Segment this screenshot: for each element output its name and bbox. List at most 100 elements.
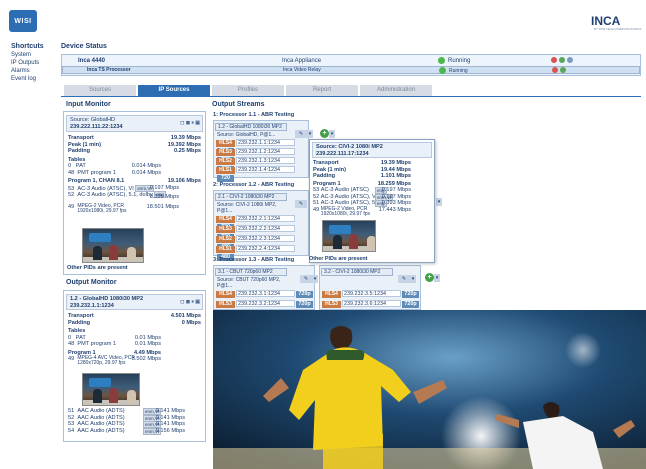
output-video-thumbnail[interactable]: [82, 373, 140, 406]
output-row[interactable]: HLS4 239.232.3.1:1234 720p: [216, 290, 313, 298]
nav-alarms-link[interactable]: Alarms: [11, 67, 59, 75]
source-popup: Source: CIVI-2 1080i MP2 239.222.111.17:…: [309, 139, 435, 263]
output-row[interactable]: HLS4 239.232.3.5:1234 720p: [322, 290, 419, 298]
stop-icon[interactable]: [551, 57, 557, 64]
restart-icon[interactable]: [560, 67, 566, 73]
add-output-1[interactable]: + ▾: [320, 122, 335, 140]
device-type: Inca Video Relay: [283, 67, 321, 73]
input-monitor-buttons[interactable]: ◻ ◼ ⏸ ▣: [180, 120, 200, 127]
output-row[interactable]: HLS1 239.232.1.4:1234720: [216, 166, 308, 182]
edit-icon[interactable]: ✎: [398, 275, 410, 283]
output-row[interactable]: HLS2239.232.1.3:1234480: [216, 157, 308, 173]
processor-3-title: 3: Processor 1.3 - ABR Testing: [213, 257, 295, 263]
processor-3-tools[interactable]: ✎ ▾: [300, 267, 318, 285]
input-video-thumbnail[interactable]: [82, 228, 144, 263]
processor-3-select[interactable]: 3.1 - CBUT 720p60 MP2: [215, 268, 287, 276]
refresh-icon[interactable]: [567, 57, 573, 64]
input-other-pids: Other PIDs are present: [67, 265, 128, 271]
device-row[interactable]: Inca TS Processor Inca Video Relay Runni…: [62, 66, 640, 74]
processor-3b-select[interactable]: 3.2 - CIVI-2 1080i30 MP2: [321, 268, 393, 276]
input-monitor-title: Input Monitor: [66, 101, 111, 108]
chevron-down-icon[interactable]: ▾: [329, 130, 335, 138]
device-status-title: Device Status: [61, 43, 107, 50]
device-row[interactable]: Inca 4440 Inca Appliance Running: [62, 56, 640, 66]
shortcuts-nav: Shortcuts System IP Outputs Alarms Event…: [11, 43, 59, 83]
output-monitor-buttons[interactable]: ◻ ◼ ⏸ ▣: [180, 299, 200, 306]
device-actions[interactable]: [552, 67, 568, 74]
popup-other-pids: Other PIDs are present: [309, 256, 368, 262]
output-source-header: 1.2 - GlobalHD 1080i30 MP2 239.232.1.1:1…: [66, 294, 203, 310]
processor-1-select[interactable]: 1.2 - GlobalHD 1080i30 MP2: [215, 123, 287, 131]
tab-panel-border: [61, 96, 641, 97]
processor-1-tools[interactable]: ✎ ▾: [295, 122, 313, 140]
device-status: Running: [438, 56, 470, 66]
processor-3-source: Source: CBUT 720p60 MP2, P@1...: [217, 277, 281, 289]
output-row[interactable]: HLS3239.232.1.2:1234720: [216, 148, 308, 164]
output-streams-title: Output Streams: [212, 101, 265, 108]
processor-3b-tools[interactable]: ✎ ▾: [398, 267, 416, 285]
tab-profiles[interactable]: Profiles: [212, 85, 284, 96]
edit-icon[interactable]: ✎: [295, 200, 307, 208]
chevron-down-icon[interactable]: ▾: [307, 130, 313, 138]
tab-administration[interactable]: Administration: [360, 85, 432, 96]
popup-source-header: Source: CIVI-2 1080i MP2 239.222.111.17:…: [312, 142, 432, 158]
output-row[interactable]: HLS1 239.232.2.4:1234480: [216, 245, 308, 261]
main-tabs: Sources IP Sources Profiles Report Admin…: [64, 85, 640, 96]
nav-system-link[interactable]: System: [11, 51, 59, 59]
processor-2-tools[interactable]: ✎: [295, 192, 307, 210]
output-row[interactable]: HLS3239.232.2.2:1234720: [216, 225, 308, 241]
tab-ip-sources[interactable]: IP Sources: [138, 85, 210, 96]
add-icon[interactable]: +: [320, 129, 329, 138]
popup-source-address: 239.222.111.17:1234: [316, 150, 369, 157]
chevron-down-icon[interactable]: ▾: [436, 198, 442, 206]
processor-2-select[interactable]: 2.1 - CIVI-2 1080i30 MP2: [215, 193, 287, 201]
device-status-table: Inca 4440 Inca Appliance Running Inca TS…: [61, 54, 641, 76]
output-row[interactable]: HLS3 239.232.3.2:1234 720p: [216, 300, 313, 308]
device-type: Inca Appliance: [282, 58, 322, 64]
football-player-photo: [213, 310, 646, 469]
device-name: Inca 4440: [78, 58, 106, 64]
ok-icon: [438, 56, 445, 64]
processor-1-source: Source: GlobalHD, P@1...: [217, 132, 276, 138]
restart-icon[interactable]: [559, 57, 565, 64]
device-name: Inca TS Processor: [87, 67, 131, 73]
output-row[interactable]: HLS4239.232.2.1:1234720: [216, 215, 308, 231]
input-source-header: Source: GlobalHD 239.222.111.22:1234 ◻ ◼…: [66, 115, 203, 132]
device-actions[interactable]: [551, 56, 575, 66]
output-audio-list: 51 AAC Audio (ADTS) enm,VI 0.141 Mbps 52 A…: [68, 408, 185, 435]
add-icon[interactable]: +: [425, 273, 434, 282]
wisi-logo: WISI: [9, 10, 37, 32]
output-monitor-title: Output Monitor: [66, 279, 117, 286]
output-row[interactable]: HLS4239.232.1.1:1234720p: [216, 139, 308, 155]
output-stats: Transport 4.501 Mbps Padding 0 Mbps Tables…: [68, 313, 201, 366]
processor-1-title: 1: Processor 1.1 - ABR Testing: [213, 112, 295, 118]
shortcuts-heading: Shortcuts: [11, 43, 44, 50]
nav-event-log-link[interactable]: Event log: [11, 75, 59, 83]
processor-2-dropdown[interactable]: ▾: [436, 190, 442, 208]
header: WISI INCA BY WISI TELECOMMUNICATIONS: [0, 0, 646, 38]
edit-icon[interactable]: ✎: [295, 130, 307, 138]
chevron-down-icon[interactable]: ▾: [434, 274, 440, 282]
stop-icon[interactable]: [552, 67, 558, 73]
popup-video-thumbnail[interactable]: [322, 220, 376, 252]
output-row[interactable]: HLS2239.232.2.3:1234480: [216, 235, 308, 251]
ok-icon: [439, 67, 446, 74]
add-output-3[interactable]: + ▾: [425, 266, 440, 284]
inca-logo-subtitle: BY WISI TELECOMMUNICATIONS: [594, 27, 642, 31]
chevron-down-icon[interactable]: ▾: [312, 275, 318, 283]
tab-report[interactable]: Report: [286, 85, 358, 96]
device-status: Running: [439, 67, 468, 75]
nav-ip-outputs-link[interactable]: IP Outputs: [11, 59, 59, 67]
popup-source-name: Source: CIVI-2 1080i MP2: [316, 144, 383, 150]
output-row[interactable]: HLS3 239.232.3.6:1234 720p: [322, 300, 419, 308]
processor-2-source: Source: CIVI-2 1080i MP2, P@1...: [217, 202, 277, 214]
inca-logo: INCA: [591, 14, 621, 28]
popup-stats: Transport 19.39 Mbps Peak (1 min) 19.44 Mb…: [313, 160, 411, 217]
edit-icon[interactable]: ✎: [300, 275, 312, 283]
page: WISI INCA BY WISI TELECOMMUNICATIONS Sho…: [0, 0, 646, 469]
chevron-down-icon[interactable]: ▾: [410, 275, 416, 283]
tab-sources[interactable]: Sources: [64, 85, 136, 96]
processor-2-title: 2: Processor 1.2 - ABR Testing: [213, 182, 295, 188]
output-monitor-box: 1.2 - GlobalHD 1080i30 MP2 239.232.1.1:1…: [63, 290, 206, 442]
input-monitor-box: Source: GlobalHD 239.222.111.22:1234 ◻ ◼…: [63, 111, 206, 275]
